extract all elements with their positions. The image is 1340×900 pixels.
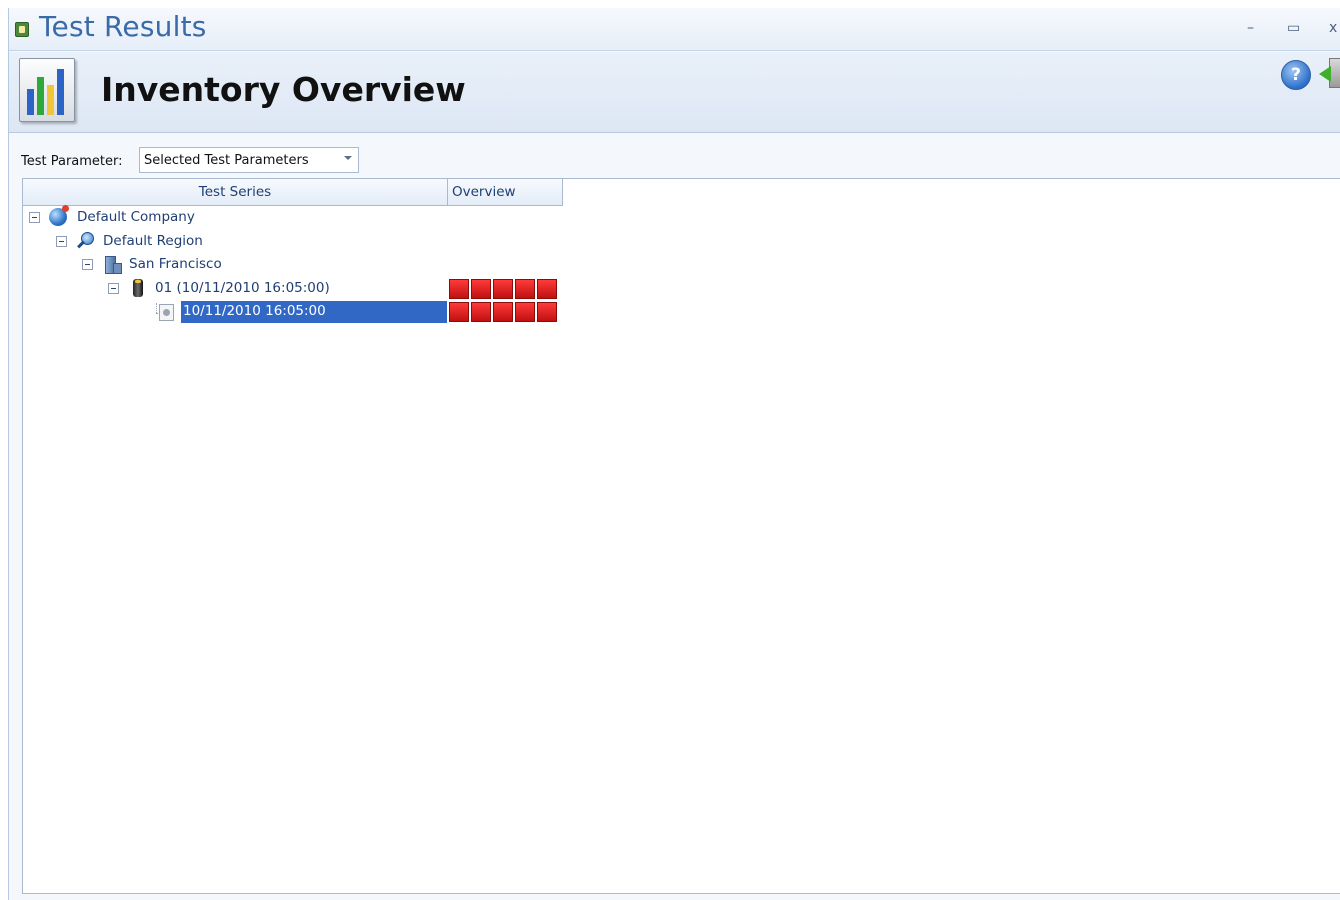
test-parameter-row: Test Parameter: Selected Test Parameters [9, 134, 1340, 178]
header-panel: Inventory Overview ? [9, 52, 1340, 133]
app-icon [15, 22, 29, 37]
document-icon [159, 304, 174, 321]
overview-status-cell[interactable] [493, 302, 513, 322]
column-header-overview[interactable]: Overview [448, 179, 563, 206]
chevron-down-icon[interactable] [344, 156, 352, 160]
tree-node-label: Default Region [103, 233, 203, 249]
chart-bar [27, 89, 34, 115]
tree-node-label: 01 (10/11/2010 16:05:00) [155, 280, 330, 296]
close-button[interactable]: x [1329, 20, 1337, 36]
tree-node-label: 10/11/2010 16:05:00 [183, 303, 326, 319]
tree-node-label: Default Company [77, 209, 195, 225]
test-parameter-dropdown[interactable]: Selected Test Parameters [139, 147, 359, 173]
test-results-window: Test Results – ▭ x Inventory Overview ? … [8, 8, 1340, 900]
collapse-toggle[interactable] [108, 283, 119, 294]
help-icon[interactable]: ? [1281, 60, 1311, 90]
exit-arrow [1319, 66, 1331, 82]
tree-row-default-company[interactable]: Default Company [23, 205, 563, 229]
magnifier-icon [76, 232, 94, 250]
globe-icon [49, 205, 69, 226]
chart-bar [47, 85, 54, 115]
title-bar: Test Results – ▭ x [9, 8, 1340, 51]
window-title: Test Results [39, 10, 207, 43]
test-parameter-label: Test Parameter: [21, 154, 123, 169]
overview-status-cell[interactable] [515, 302, 535, 322]
building-icon [102, 255, 122, 274]
chart-bar [37, 77, 44, 115]
overview-status-cell[interactable] [471, 279, 491, 299]
chart-bar [57, 69, 64, 115]
overview-status-cell[interactable] [471, 302, 491, 322]
overview-status-cell[interactable] [515, 279, 535, 299]
tree-node-label: San Francisco [129, 256, 222, 272]
collapse-toggle[interactable] [29, 212, 40, 223]
collapse-toggle[interactable] [56, 236, 67, 247]
tree-row-san-francisco[interactable]: San Francisco [23, 254, 563, 276]
exit-icon[interactable] [1319, 58, 1340, 88]
test-series-grid: Test Series Overview Default Company Def… [22, 178, 1340, 894]
tree-row-series-01[interactable]: 01 (10/11/2010 16:05:00) [23, 278, 563, 300]
overview-status-cell[interactable] [493, 279, 513, 299]
collapse-toggle[interactable] [82, 259, 93, 270]
minimize-button[interactable]: – [1247, 20, 1254, 36]
tree-row-run-selected[interactable]: 10/11/2010 16:05:00 [23, 301, 563, 323]
maximize-button[interactable]: ▭ [1287, 20, 1300, 36]
tree-row-default-region[interactable]: Default Region [23, 231, 563, 253]
overview-status-cell[interactable] [537, 279, 557, 299]
overview-status-cell[interactable] [537, 302, 557, 322]
test-parameter-value: Selected Test Parameters [144, 153, 309, 168]
overview-status-cell[interactable] [449, 279, 469, 299]
bar-chart-icon [19, 58, 75, 122]
cylinder-icon [129, 279, 147, 297]
column-header-test-series[interactable]: Test Series [23, 179, 448, 206]
overview-status-cell[interactable] [449, 302, 469, 322]
page-title: Inventory Overview [101, 70, 466, 109]
